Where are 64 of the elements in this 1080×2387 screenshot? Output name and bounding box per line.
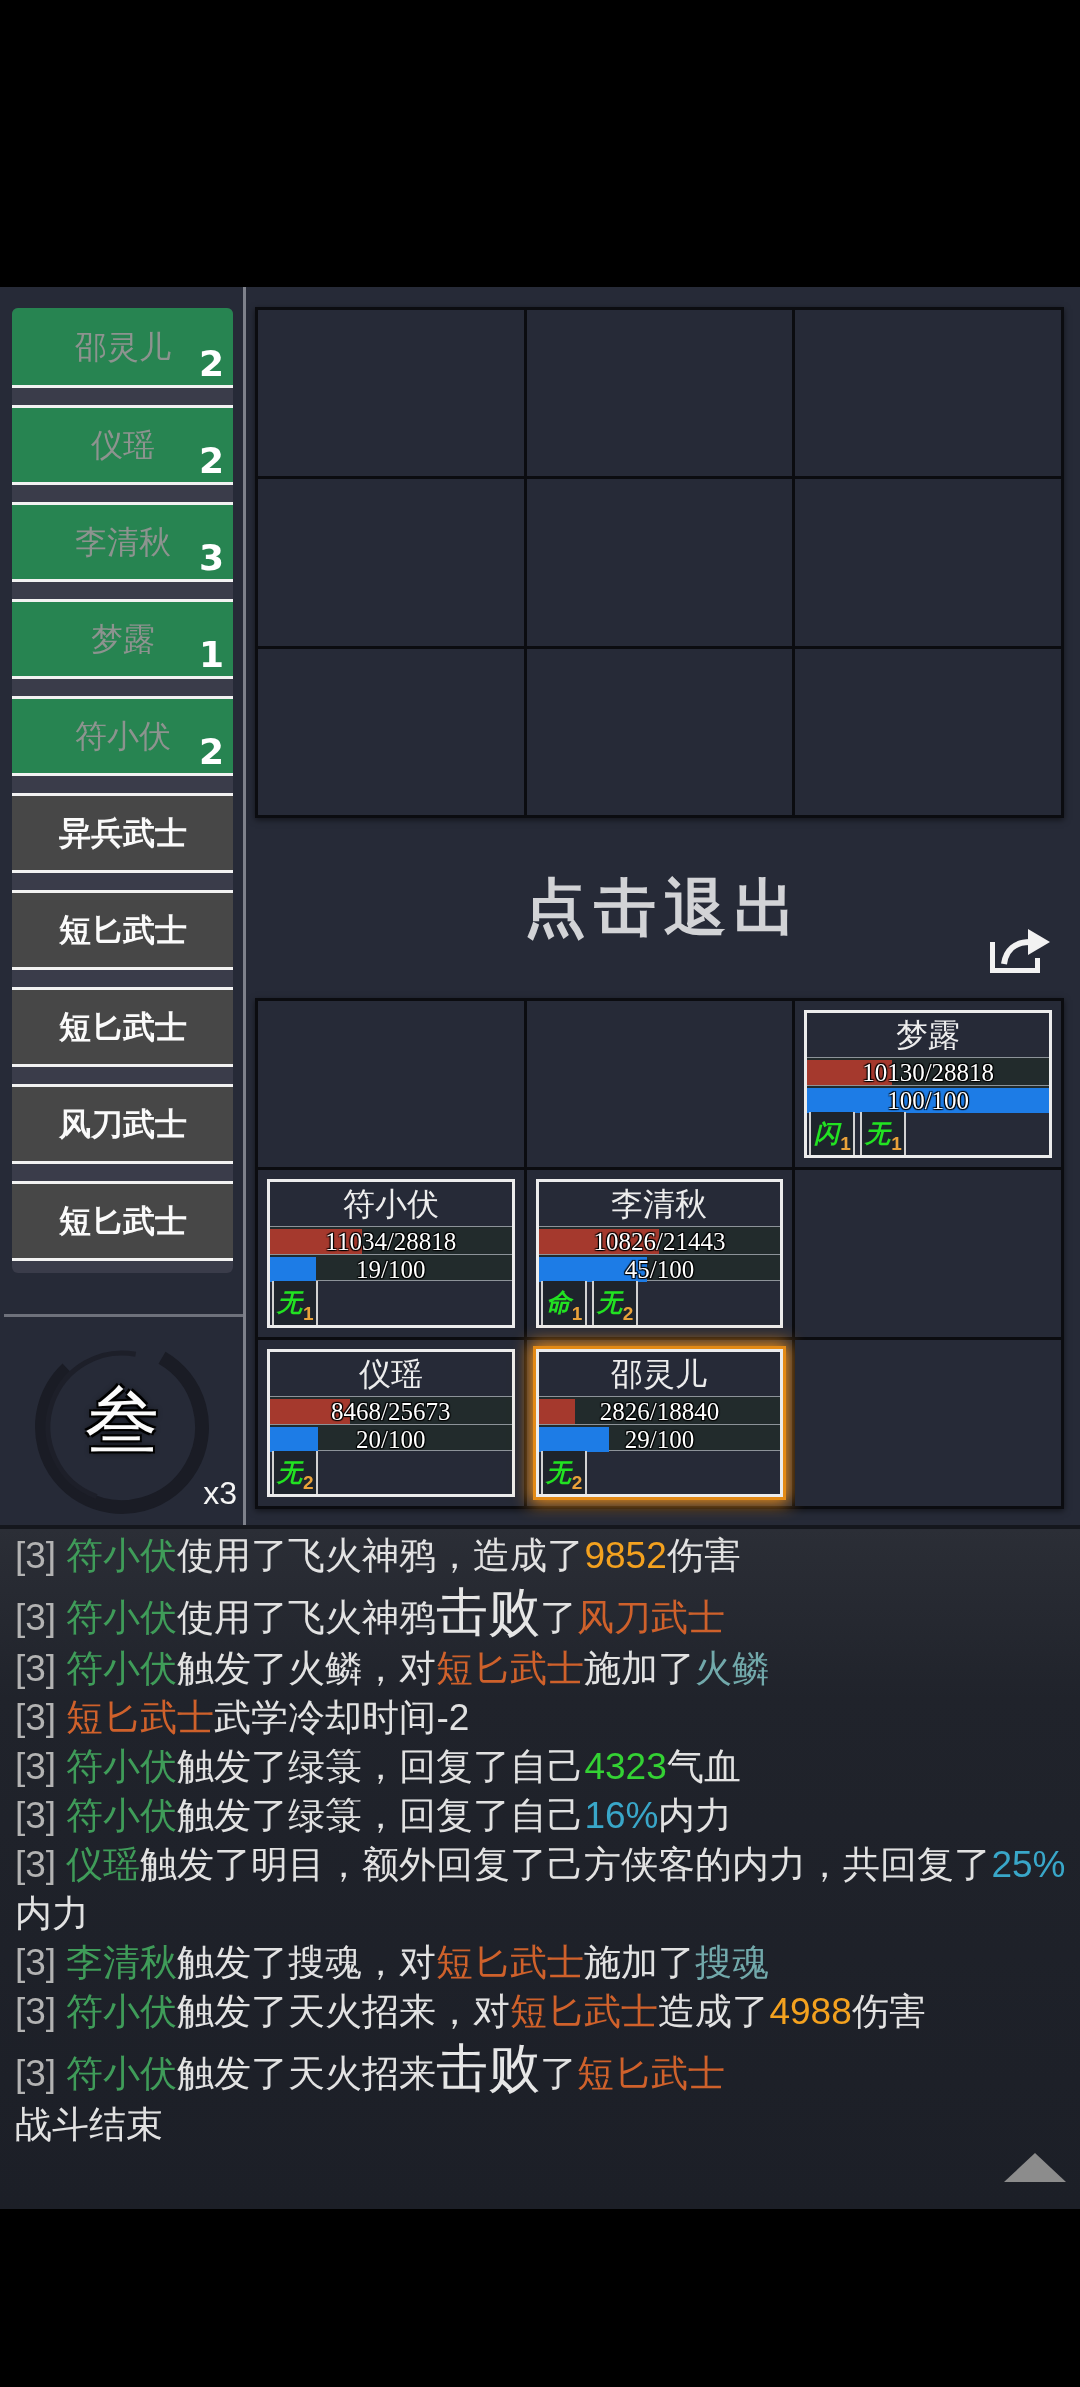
buff-glyph: 无 <box>545 1459 571 1485</box>
count-number: 2 <box>198 346 224 382</box>
log-line: [3] 短匕武士武学冷却时间-2 <box>15 1696 471 1740</box>
count-number: 3 <box>198 540 224 576</box>
buff-glyph: 无 <box>277 1459 302 1485</box>
roster-item[interactable]: 李清秋 3 <box>12 502 233 582</box>
log-line: [3] 符小伏使用了飞火神鸦击败了风刀武士 <box>15 1582 727 1643</box>
buff-glyph: 闪 <box>814 1121 840 1147</box>
roster-item[interactable]: 符小伏 2 <box>12 696 233 776</box>
log-line: [3] 符小伏触发了天火招来，对短匕武士造成了4988伤害 <box>15 1990 927 2034</box>
buff-stacks: 1 <box>303 1303 314 1323</box>
grid-slot[interactable] <box>526 1001 793 1168</box>
count-number: 2 <box>198 443 224 479</box>
grid-slot[interactable] <box>258 310 524 477</box>
mp-value: 19/100 <box>356 1257 426 1283</box>
buff-stacks: 1 <box>571 1303 583 1323</box>
round-multiplier: x3 <box>203 1477 237 1509</box>
grid-slot[interactable] <box>258 479 524 646</box>
unit-name: 邵灵儿 <box>538 1351 781 1397</box>
buff-stacks: 2 <box>622 1303 634 1323</box>
hp-value: 2826/18840 <box>599 1398 720 1424</box>
grid-slot[interactable] <box>526 648 793 815</box>
log-line: [3] 符小伏触发了绿箓，回复了自己4323气血 <box>15 1745 742 1789</box>
roster-item[interactable]: 异兵武士 <box>12 793 233 873</box>
buff-stacks: 1 <box>891 1134 902 1154</box>
grid-slot[interactable] <box>795 310 1061 477</box>
log-line: [3] 符小伏触发了火鳞，对短匕武士施加了火鳞 <box>15 1647 771 1691</box>
grid-slot[interactable] <box>258 1001 524 1168</box>
buff-glyph: 无 <box>865 1121 891 1147</box>
roster-item[interactable]: 短匕武士 <box>12 1181 233 1261</box>
roster-item[interactable]: 梦露 1 <box>12 599 233 679</box>
grid-slot[interactable] <box>526 310 793 477</box>
grid-slot[interactable] <box>258 648 524 815</box>
exit-prompt[interactable]: 点击退出 <box>515 877 804 939</box>
roster-item[interactable]: 短匕武士 <box>12 987 233 1067</box>
log-line: [3] 李清秋触发了搜魂，对短匕武士施加了搜魂 <box>15 1941 771 1985</box>
mp-value: 100/100 <box>887 1088 970 1113</box>
buff-stacks: 2 <box>303 1473 314 1492</box>
mp-value: 29/100 <box>624 1426 695 1452</box>
buff-stacks: 1 <box>840 1134 851 1154</box>
grid-slot[interactable] <box>526 479 793 646</box>
mp-value: 20/100 <box>356 1426 426 1452</box>
buff-glyph: 无 <box>277 1290 302 1316</box>
log-line: 战斗结束 <box>15 2103 164 2147</box>
roster-item[interactable]: 仪瑶 2 <box>12 405 233 485</box>
roster-item[interactable]: 风刀武士 <box>12 1084 233 1164</box>
buff-glyph: 无 <box>596 1290 622 1316</box>
round-numeral: 叁 <box>85 1383 159 1457</box>
share-icon[interactable] <box>990 927 1050 973</box>
roster-item[interactable]: 短匕武士 <box>12 890 233 970</box>
grid-slot[interactable] <box>795 648 1061 815</box>
grid-slot[interactable] <box>795 1339 1061 1506</box>
log-line: [3] 仪瑶触发了明目，额外回复了己方侠客的内力，共回复了25% 内力 <box>15 1843 1067 1936</box>
grid-slot[interactable] <box>795 1170 1061 1337</box>
count-number: 1 <box>198 637 224 673</box>
roster-item[interactable]: 邵灵儿 2 <box>12 308 233 388</box>
log-line: [3] 符小伏触发了天火招来击败了短匕武士 <box>15 2038 727 2099</box>
count-number: 2 <box>198 734 224 770</box>
up-triangle-icon[interactable] <box>1004 2153 1066 2182</box>
unit-name: 仪瑶 <box>270 1351 512 1397</box>
log-line: [3] 符小伏使用了飞火神鸦，造成了9852伤害 <box>15 1534 742 1578</box>
buff-stacks: 2 <box>571 1473 583 1492</box>
grid-slot[interactable] <box>795 479 1061 646</box>
log-line: [3] 符小伏触发了绿箓，回复了自己16%内力 <box>15 1794 734 1838</box>
